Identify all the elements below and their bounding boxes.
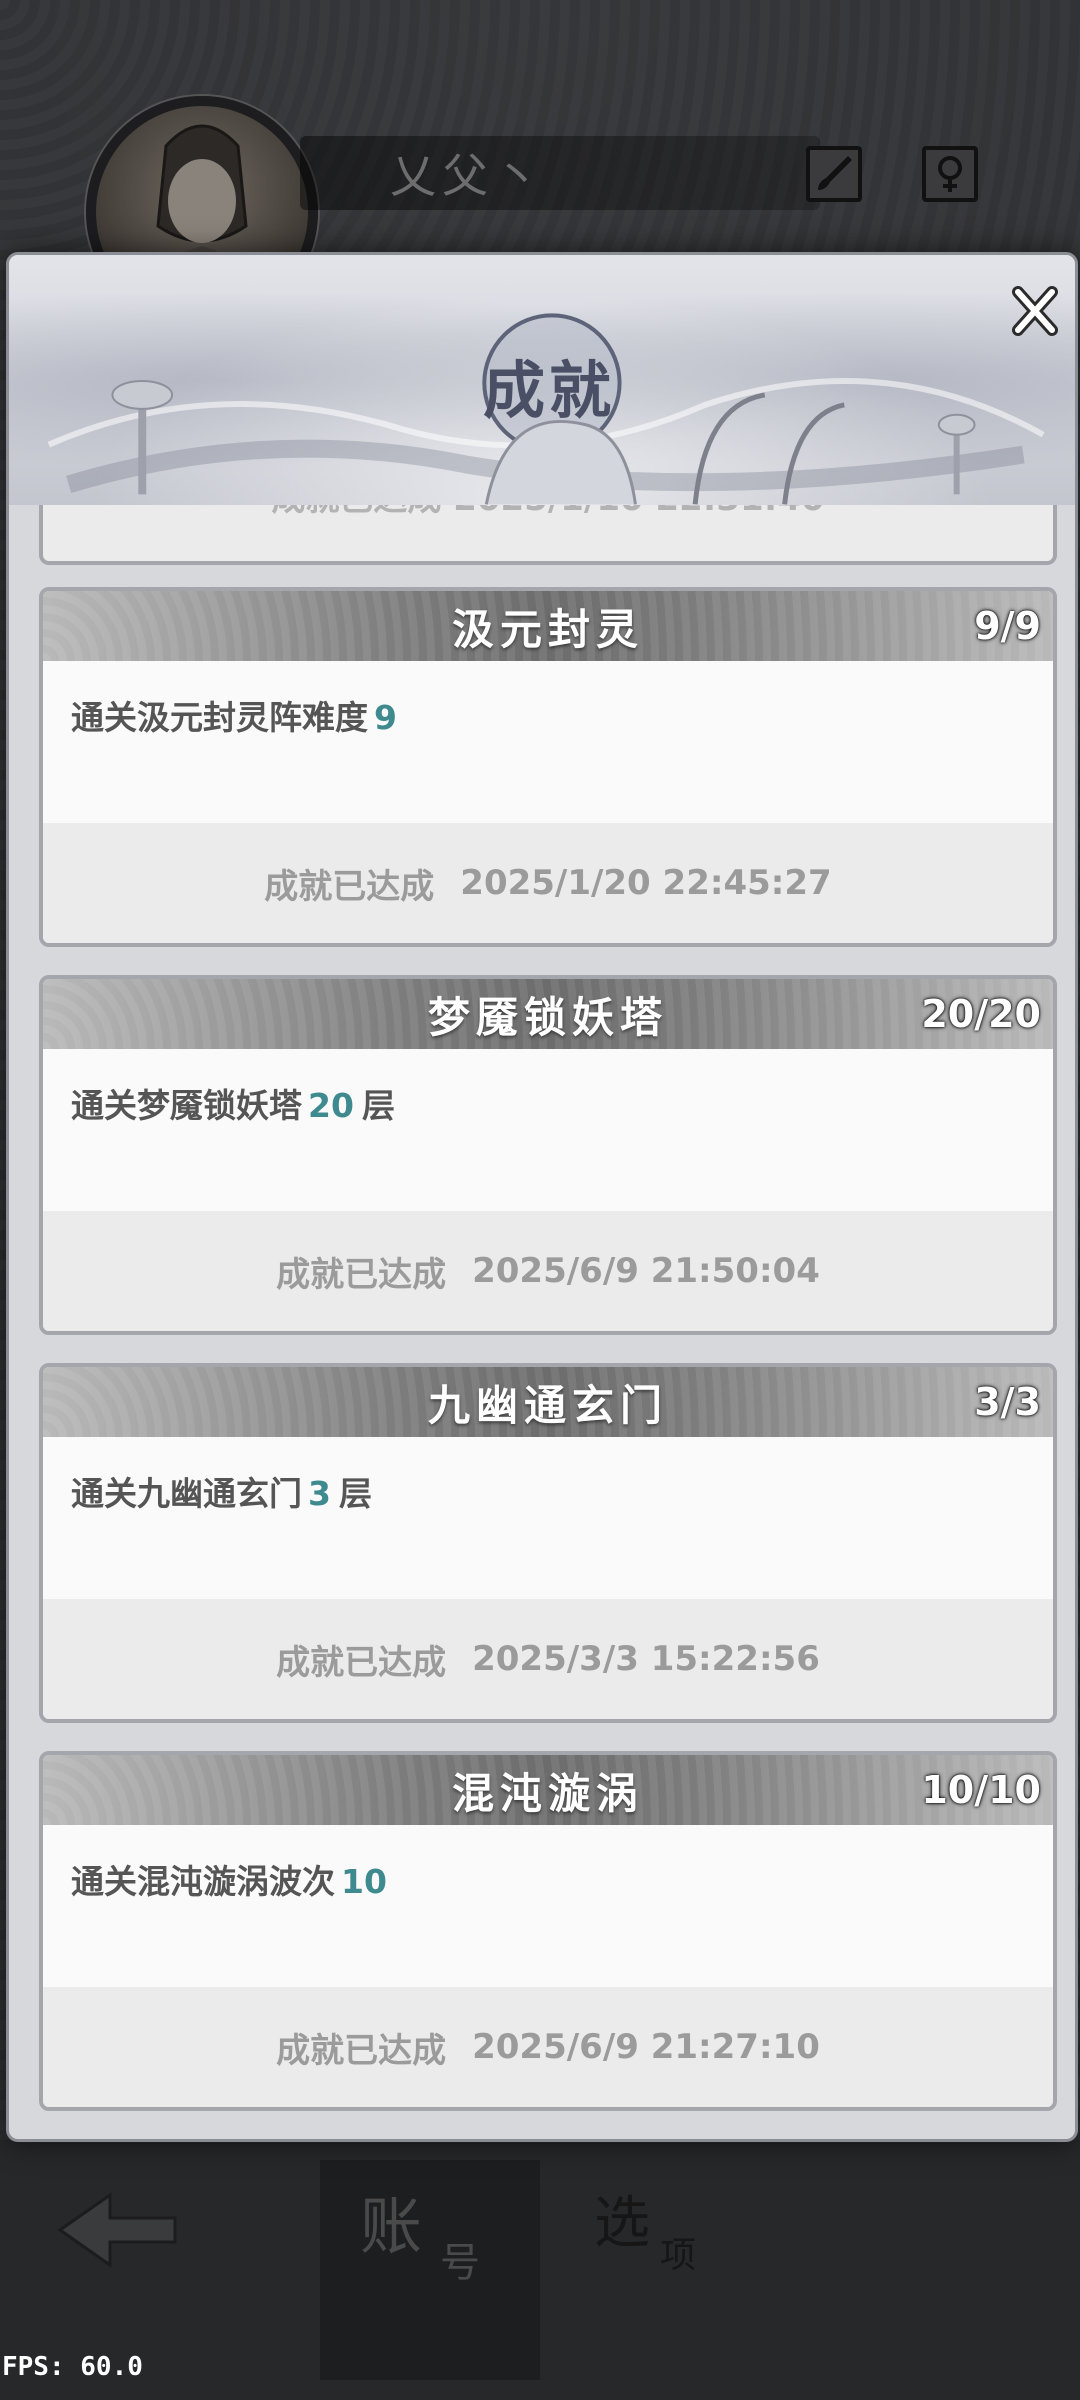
description-unit: 层 [361,1086,395,1125]
achievement-card: 混沌漩涡 10/10 通关混沌漩涡波次 10 成就已达成 2025/6/9 21:… [39,1751,1057,2111]
modal-title: 成就 [482,354,615,427]
tab-account-main: 账 [360,2190,423,2263]
card-description: 通关梦魇锁妖塔 20 层 [71,1079,1025,1127]
player-name: 乂父丶 [390,149,546,203]
achievement-date: 2025/6/9 21:50:04 [472,1251,820,1291]
fps-counter: FPS: 60.0 [2,2352,143,2382]
description-text: 通关梦魇锁妖塔 [71,1086,302,1125]
card-body: 通关混沌漩涡波次 10 [43,1825,1053,1987]
card-description: 通关混沌漩涡波次 10 [71,1855,1025,1903]
card-description: 通关汲元封灵阵难度 9 [71,691,1025,739]
card-description: 通关九幽通玄门 3 层 [71,1467,1025,1515]
modal-header: 成就 [9,255,1075,505]
female-icon[interactable] [922,146,978,202]
card-body: 通关梦魇锁妖塔 20 层 [43,1049,1053,1211]
achievement-card: 九幽通玄门 3/3 通关九幽通玄门 3 层 成就已达成 2025/3/3 15:22… [39,1363,1057,1723]
partial-card-text: 成就已达成 2025/1/10 22:31:40 [271,505,824,520]
card-header: 混沌漩涡 10/10 [43,1755,1053,1825]
player-name-bar [300,136,820,210]
card-progress: 10/10 [921,1768,1041,1812]
card-title: 汲元封灵 [451,604,644,654]
achievement-card: 汲元封灵 9/9 通关汲元封灵阵难度 9 成就已达成 2025/1/20 22:4… [39,587,1057,947]
achievement-status: 成就已达成 [276,1254,447,1295]
achievement-date: 2025/6/9 21:27:10 [472,2027,820,2067]
description-text: 通关九幽通玄门 [71,1474,302,1513]
achievement-status: 成就已达成 [276,2030,447,2071]
tab-options-sub: 项 [660,2235,697,2276]
description-number: 9 [374,698,397,737]
description-number: 10 [341,1862,387,1901]
card-title: 九幽通玄门 [427,1380,668,1430]
tab-account[interactable] [320,2160,540,2380]
achievement-modal: 成就 成就已达成 2025/1/10 22:31:40 汲元封灵 9/9 通关汲… [6,252,1078,2142]
card-header: 九幽通玄门 3/3 [43,1367,1053,1437]
card-progress: 9/9 [974,604,1041,648]
card-footer: 成就已达成 2025/1/20 22:45:27 [43,823,1053,943]
card-progress: 20/20 [921,992,1041,1036]
card-footer: 成就已达成 2025/6/9 21:27:10 [43,1987,1053,2107]
card-header: 梦魇锁妖塔 20/20 [43,979,1053,1049]
card-title: 梦魇锁妖塔 [427,992,668,1042]
description-text: 通关混沌漩涡波次 [71,1862,335,1901]
achievement-card-partial: 成就已达成 2025/1/10 22:31:40 [39,505,1057,565]
description-number: 20 [308,1086,354,1125]
tab-account-sub: 号 [440,2240,480,2286]
achievement-date: 2025/1/20 22:45:27 [460,863,832,903]
card-header: 汲元封灵 9/9 [43,591,1053,661]
brush-icon[interactable] [806,146,862,202]
achievement-date: 2025/3/3 15:22:56 [472,1639,820,1679]
description-text: 通关汲元封灵阵难度 [71,698,368,737]
achievement-status: 成就已达成 [276,1642,447,1683]
back-arrow-icon[interactable] [50,2180,190,2280]
description-unit: 层 [338,1474,372,1513]
achievement-status: 成就已达成 [264,866,435,907]
close-icon [1012,286,1058,336]
card-progress: 3/3 [974,1380,1041,1424]
card-title: 混沌漩涡 [451,1768,644,1818]
achievement-card: 梦魇锁妖塔 20/20 通关梦魇锁妖塔 20 层 成就已达成 2025/6/9 21… [39,975,1057,1335]
card-body: 通关九幽通玄门 3 层 [43,1437,1053,1599]
close-button[interactable] [1005,281,1065,341]
card-footer: 成就已达成 2025/6/9 21:50:04 [43,1211,1053,1331]
tab-options-main[interactable]: 选 [594,2178,650,2259]
card-body: 通关汲元封灵阵难度 9 [43,661,1053,823]
achievement-list[interactable]: 成就已达成 2025/1/10 22:31:40 汲元封灵 9/9 通关汲元封灵… [9,505,1075,2139]
card-footer: 成就已达成 2025/3/3 15:22:56 [43,1599,1053,1719]
description-number: 3 [308,1474,331,1513]
